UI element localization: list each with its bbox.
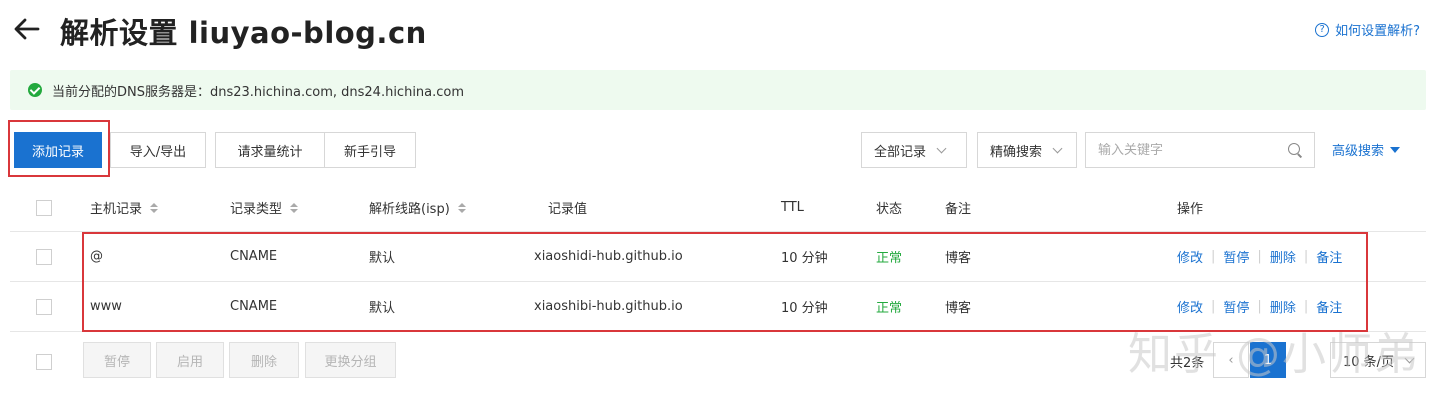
row-checkbox[interactable]: [36, 298, 52, 315]
table-row: @ CNAME 默认 xiaoshidi-hub.github.io 10 分钟…: [10, 232, 1426, 282]
dns-notice-text: 当前分配的DNS服务器是：dns23.hichina.com, dns24.hi…: [52, 84, 465, 100]
record-value: xiaoshibi-hub.github.io: [534, 299, 683, 314]
search-mode-value: 精确搜索: [990, 144, 1043, 160]
row-actions: 修改 | 暂停 | 删除 | 备注: [1177, 247, 1343, 266]
row-actions: 修改 | 暂停 | 删除 | 备注: [1177, 297, 1343, 316]
column-status: 状态: [876, 202, 903, 217]
record-host: @: [90, 249, 103, 264]
change-group-button[interactable]: 更换分组: [305, 342, 396, 378]
keyword-search: [1085, 132, 1315, 168]
footer-select-all-checkbox[interactable]: [36, 354, 52, 370]
dns-records-table: 主机记录 记录类型 解析线路(isp) 记录值 TTL 状态 备注 操作 @ C…: [10, 184, 1426, 332]
page-size-value: 10 条/页: [1342, 354, 1395, 370]
remark-link[interactable]: 备注: [1316, 247, 1342, 266]
record-line: 默认: [369, 301, 396, 316]
dns-notice: 当前分配的DNS服务器是：dns23.hichina.com, dns24.hi…: [10, 70, 1426, 110]
edit-link[interactable]: 修改: [1177, 297, 1203, 316]
delete-link[interactable]: 删除: [1270, 247, 1296, 266]
question-circle-icon: ?: [1315, 22, 1330, 37]
bulk-pause-button[interactable]: 暂停: [83, 342, 151, 378]
record-ttl: 10 分钟: [781, 301, 828, 316]
edit-link[interactable]: 修改: [1177, 247, 1203, 266]
prev-page-button[interactable]: ‹: [1213, 342, 1249, 378]
record-filter-select[interactable]: 全部记录: [861, 132, 967, 168]
help-link[interactable]: ? 如何设置解析?: [1315, 20, 1420, 39]
help-link-label: 如何设置解析?: [1335, 24, 1420, 39]
remark-link[interactable]: 备注: [1316, 297, 1342, 316]
chevron-down-icon: [1052, 143, 1063, 153]
search-icon[interactable]: [1288, 143, 1302, 157]
bulk-enable-button[interactable]: 启用: [156, 342, 224, 378]
chevron-down-icon: [936, 143, 947, 153]
select-all-checkbox[interactable]: [36, 199, 52, 216]
advanced-search-link[interactable]: 高级搜索: [1332, 140, 1401, 159]
delete-link[interactable]: 删除: [1270, 297, 1296, 316]
sort-icon: [290, 202, 299, 213]
column-value: 记录值: [548, 202, 588, 217]
table-row: www CNAME 默认 xiaoshibi-hub.github.io 10 …: [10, 282, 1426, 332]
chevron-down-icon: [1404, 353, 1415, 363]
table-header: 主机记录 记录类型 解析线路(isp) 记录值 TTL 状态 备注 操作: [10, 184, 1426, 232]
sort-icon: [457, 202, 466, 213]
import-export-button[interactable]: 导入/导出: [110, 132, 206, 168]
page-number-current[interactable]: 1: [1250, 342, 1286, 378]
page-header: 解析设置 liuyao-blog.cn ? 如何设置解析?: [0, 0, 1440, 62]
column-line-label: 解析线路(isp): [369, 202, 450, 217]
column-remark: 备注: [945, 202, 972, 217]
column-actions: 操作: [1177, 202, 1204, 217]
pagination-total: 共2条: [1170, 356, 1205, 371]
record-status: 正常: [876, 301, 903, 316]
column-host-label: 主机记录: [90, 202, 143, 217]
search-input[interactable]: [1098, 142, 1288, 158]
advanced-search-label: 高级搜索: [1332, 144, 1385, 159]
page-size-select[interactable]: 10 条/页: [1330, 342, 1426, 378]
back-arrow-icon[interactable]: [10, 12, 44, 46]
bulk-delete-button[interactable]: 删除: [229, 342, 299, 378]
record-remark: 博客: [945, 251, 972, 266]
column-line[interactable]: 解析线路(isp): [369, 184, 466, 231]
column-ttl: TTL: [781, 200, 804, 215]
column-type[interactable]: 记录类型: [230, 184, 299, 231]
page-title: 解析设置 liuyao-blog.cn: [60, 16, 427, 50]
caret-down-icon: [1390, 146, 1401, 153]
record-remark: 博客: [945, 301, 972, 316]
chevron-left-icon: ‹: [1228, 352, 1234, 368]
record-status: 正常: [876, 251, 903, 266]
record-line: 默认: [369, 251, 396, 266]
sort-icon: [150, 202, 159, 213]
record-host: www: [90, 299, 122, 314]
column-host[interactable]: 主机记录: [90, 184, 159, 231]
record-ttl: 10 分钟: [781, 251, 828, 266]
check-circle-icon: [28, 83, 42, 97]
record-filter-value: 全部记录: [874, 144, 927, 160]
add-record-button[interactable]: 添加记录: [14, 132, 102, 168]
record-value: xiaoshidi-hub.github.io: [534, 249, 683, 264]
request-stats-button[interactable]: 请求量统计: [215, 132, 325, 168]
column-type-label: 记录类型: [230, 202, 283, 217]
pause-link[interactable]: 暂停: [1223, 247, 1249, 266]
record-type: CNAME: [230, 249, 278, 264]
toolbar: 添加记录 导入/导出 请求量统计 新手引导 全部记录 精确搜索: [0, 120, 1440, 180]
pause-link[interactable]: 暂停: [1223, 297, 1249, 316]
record-type: CNAME: [230, 299, 278, 314]
search-mode-select[interactable]: 精确搜索: [977, 132, 1077, 168]
beginner-guide-button[interactable]: 新手引导: [324, 132, 416, 168]
row-checkbox[interactable]: [36, 248, 52, 265]
